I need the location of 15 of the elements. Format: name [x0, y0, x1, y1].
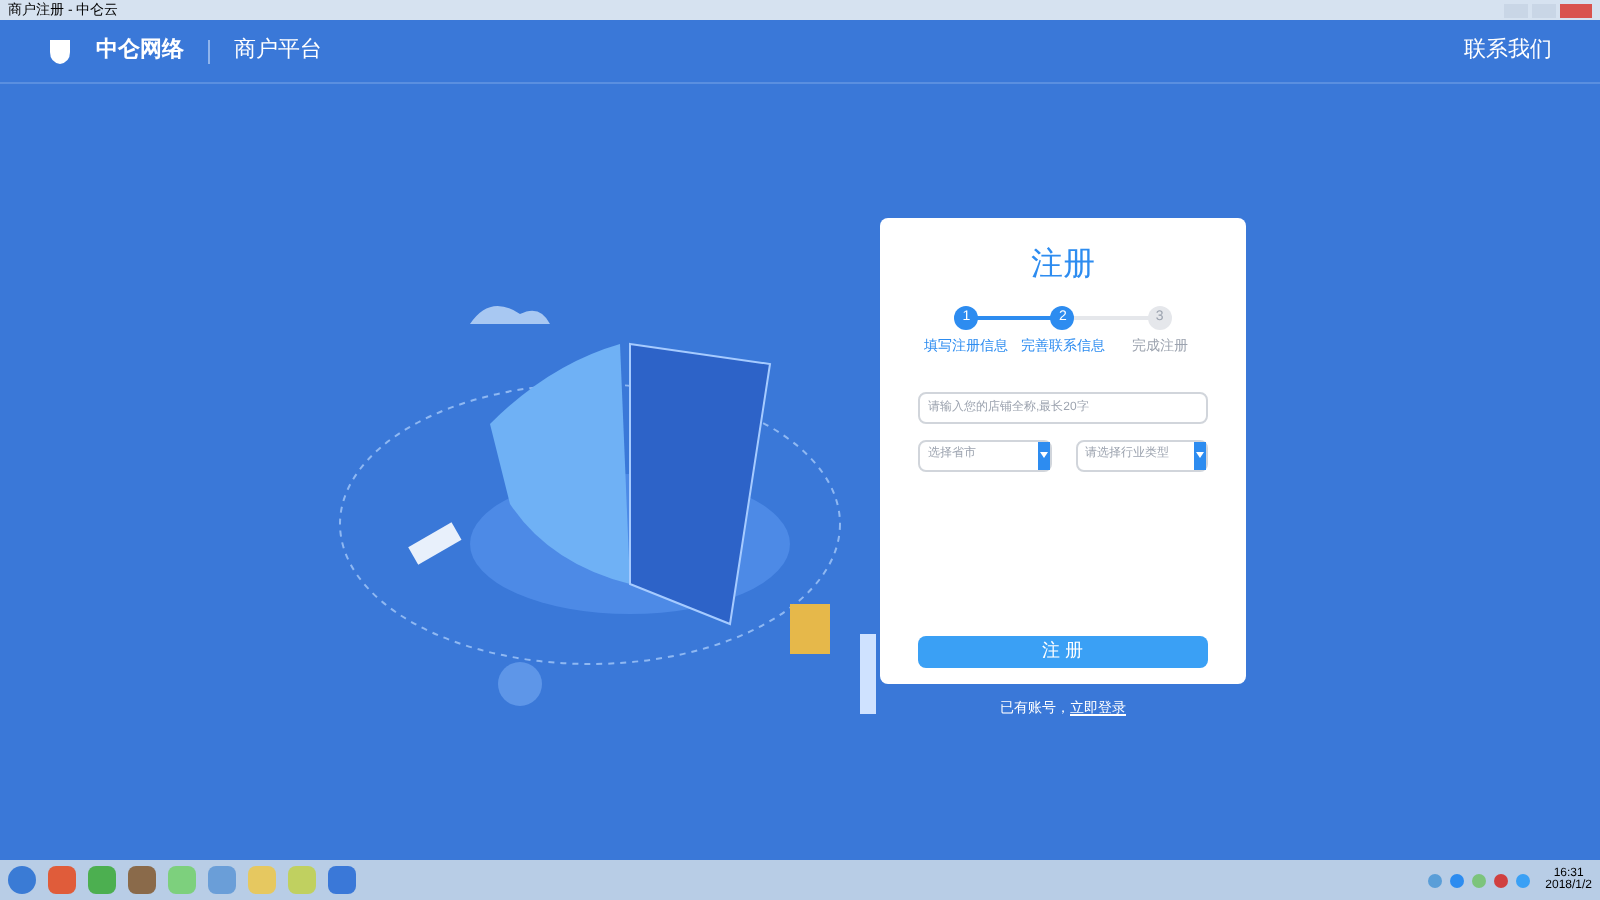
register-button[interactable]: 注 册 — [918, 635, 1208, 667]
logo-text: 中仑网络 — [96, 35, 184, 67]
minimize-button[interactable] — [1504, 3, 1528, 17]
taskbar-app-icon[interactable] — [208, 866, 236, 894]
taskbar-app-icon[interactable] — [48, 866, 76, 894]
platform-title: 商户平台 — [234, 35, 322, 67]
contact-link[interactable]: 联系我们 — [1464, 34, 1552, 68]
taskbar-app-icon[interactable] — [328, 866, 356, 894]
start-button-icon[interactable] — [8, 866, 36, 894]
shield-logo-icon — [48, 37, 72, 65]
form-title: 注册 — [1031, 245, 1095, 286]
maximize-button[interactable] — [1532, 3, 1556, 17]
taskbar-app-icon[interactable] — [128, 866, 156, 894]
taskbar-app-icon[interactable] — [88, 866, 116, 894]
close-button[interactable] — [1560, 3, 1592, 17]
